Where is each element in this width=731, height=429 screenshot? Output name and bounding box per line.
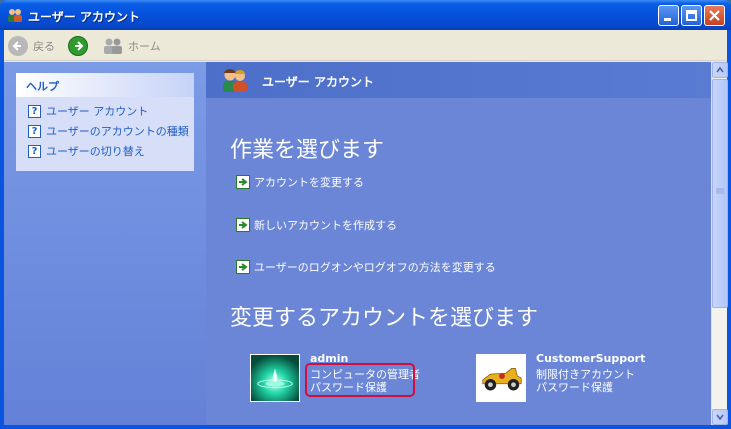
scroll-down-button[interactable] <box>712 409 728 425</box>
left-pane: ヘルプ ? ユーザー アカウント ? ユーザーのアカウントの種類 ? ユーザーの… <box>4 62 206 425</box>
window-title: ユーザー アカウント <box>28 10 140 24</box>
help-link-account-types[interactable]: ? ユーザーのアカウントの種類 <box>28 123 189 139</box>
account-status: パスワード保護 <box>536 381 613 394</box>
help-panel: ヘルプ ? ユーザー アカウント ? ユーザーのアカウントの種類 ? ユーザーの… <box>16 73 194 171</box>
header-band: ユーザー アカウント <box>206 62 711 98</box>
home-button[interactable]: ホーム <box>102 35 161 57</box>
forward-arrow-icon <box>68 36 88 56</box>
account-heading: 変更するアカウントを選びます <box>230 306 539 331</box>
task-change-account[interactable]: アカウントを変更する <box>236 174 364 190</box>
account-admin[interactable]: admin コンピュータの管理者 パスワード保護 <box>250 352 450 402</box>
green-arrow-icon <box>236 260 250 274</box>
help-link-label: ユーザーの切り替え <box>46 145 145 158</box>
account-customersupport[interactable]: CustomerSupport 制限付きアカウント パスワード保護 <box>476 352 696 402</box>
content-area: ヘルプ ? ユーザー アカウント ? ユーザーのアカウントの種類 ? ユーザーの… <box>4 62 728 425</box>
help-heading: ヘルプ <box>16 73 194 97</box>
forward-button[interactable] <box>68 35 88 57</box>
green-arrow-icon <box>236 218 250 232</box>
help-question-icon: ? <box>28 144 41 158</box>
highlight-box <box>305 363 415 397</box>
minimize-button[interactable] <box>658 5 679 26</box>
scroll-thumb[interactable] <box>712 79 728 308</box>
users-icon <box>8 9 22 22</box>
back-label: 戻る <box>33 40 55 53</box>
task-label: ユーザーのログオンやログオフの方法を変更する <box>254 261 496 274</box>
window-border-bottom <box>0 425 731 429</box>
help-question-icon: ? <box>28 104 41 118</box>
green-arrow-icon <box>236 175 250 189</box>
pane-header-title: ユーザー アカウント <box>262 75 374 89</box>
race-car-picture <box>476 354 526 402</box>
help-link-label: ユーザー アカウント <box>46 105 149 118</box>
user-accounts-window: ユーザー アカウント 戻る ホーム ヘルプ ? ユーザー アカウント ? ユーザ… <box>0 0 731 429</box>
task-heading: 作業を選びます <box>230 138 385 163</box>
user-accounts-header-icon <box>223 68 247 92</box>
help-link-switch-user[interactable]: ? ユーザーの切り替え <box>28 143 145 159</box>
minimize-icon <box>664 18 671 21</box>
help-link-user-accounts[interactable]: ? ユーザー アカウント <box>28 103 148 119</box>
account-name: CustomerSupport <box>536 352 646 365</box>
task-create-account[interactable]: 新しいアカウントを作成する <box>236 217 397 233</box>
toolbar: 戻る ホーム <box>4 30 727 61</box>
task-change-logon[interactable]: ユーザーのログオンやログオフの方法を変更する <box>236 259 496 275</box>
maximize-button[interactable] <box>681 5 702 26</box>
window-body: 戻る ホーム ヘルプ ? ユーザー アカウント ? ユーザーのアカウントの種類 … <box>4 30 728 425</box>
home-label: ホーム <box>128 40 161 53</box>
task-label: アカウントを変更する <box>254 176 364 189</box>
close-icon <box>709 10 720 21</box>
help-link-label: ユーザーのアカウントの種類 <box>46 125 189 138</box>
task-label: 新しいアカウントを作成する <box>254 219 397 232</box>
home-users-icon <box>104 38 122 54</box>
main-pane: ユーザー アカウント 作業を選びます アカウントを変更する 新しいアカウントを作… <box>206 62 711 425</box>
water-drop-picture <box>250 354 300 402</box>
grip-icon <box>716 188 724 194</box>
chevron-down-icon <box>716 414 724 420</box>
title-bar[interactable]: ユーザー アカウント <box>0 0 731 30</box>
close-button[interactable] <box>704 5 725 26</box>
scroll-up-button[interactable] <box>712 62 728 78</box>
chevron-up-icon <box>716 67 724 73</box>
back-arrow-icon <box>8 36 28 56</box>
help-question-icon: ? <box>28 124 41 138</box>
back-button[interactable]: 戻る <box>8 35 55 57</box>
vertical-scrollbar[interactable] <box>711 62 728 425</box>
maximize-icon <box>686 10 697 21</box>
